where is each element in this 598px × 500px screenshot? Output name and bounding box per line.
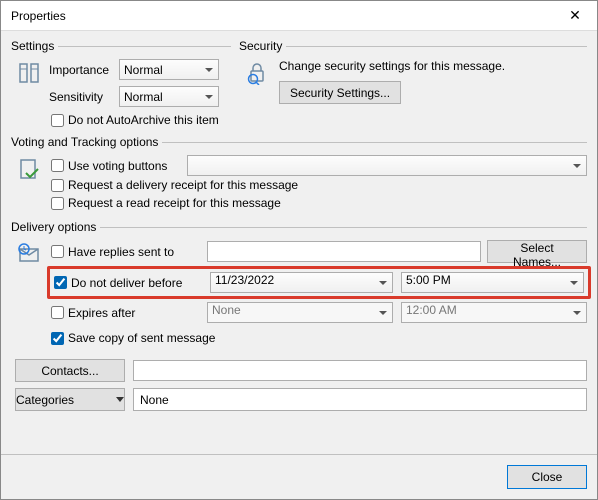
autoarchive-label: Do not AutoArchive this item [68,113,219,127]
autoarchive-checkbox[interactable] [51,114,64,127]
voting-legend: Voting and Tracking options [11,135,162,149]
lock-icon [243,59,271,87]
select-names-button[interactable]: Select Names... [487,240,587,263]
have-replies-checkbox[interactable] [51,245,64,258]
security-text: Change security settings for this messag… [279,59,587,73]
chevron-down-icon [116,397,124,402]
expires-checkbox[interactable] [51,306,64,319]
use-voting-label: Use voting buttons [68,159,167,173]
dnd-time-combo[interactable]: 5:00 PM [401,272,584,293]
delivery-receipt-checkbox[interactable] [51,179,64,192]
save-copy-label: Save copy of sent message [68,331,215,345]
contacts-button[interactable]: Contacts... [15,359,125,382]
close-button[interactable]: Close [507,465,587,489]
expires-date-combo[interactable]: None [207,302,393,323]
read-receipt-label: Request a read receipt for this message [68,196,281,210]
delivery-receipt-label: Request a delivery receipt for this mess… [68,178,298,192]
contacts-input[interactable] [133,360,587,381]
have-replies-label: Have replies sent to [68,245,174,259]
delivery-legend: Delivery options [11,220,100,234]
sensitivity-label: Sensitivity [49,90,115,104]
do-not-deliver-row: Do not deliver before 11/23/2022 5:00 PM [47,266,591,299]
close-icon[interactable]: ✕ [553,1,597,31]
importance-select[interactable]: Normal [119,59,219,80]
security-legend: Security [239,39,286,53]
settings-legend: Settings [11,39,58,53]
categories-button-label: Categories [16,393,74,407]
properties-dialog: Properties ✕ Settings Importance Normal … [0,0,598,500]
save-copy-checkbox[interactable] [51,332,64,345]
dnd-date-combo[interactable]: 11/23/2022 [210,272,393,293]
security-settings-button[interactable]: Security Settings... [279,81,401,104]
categories-button[interactable]: Categories [15,388,125,411]
expires-time-combo[interactable]: 12:00 AM [401,302,587,323]
importance-label: Importance [49,63,115,77]
expires-label: Expires after [68,306,135,320]
delivery-icon [15,240,43,268]
dialog-content: Settings Importance Normal Sensitivity N… [1,31,597,454]
voting-buttons-combo[interactable] [187,155,587,176]
have-replies-input[interactable] [207,241,481,262]
delivery-options-group: Delivery options Have replies sent to Se… [11,220,587,351]
dialog-footer: Close [1,454,597,499]
sensitivity-select[interactable]: Normal [119,86,219,107]
do-not-deliver-label: Do not deliver before [71,276,182,290]
voting-tracking-group: Voting and Tracking options Use voting b… [11,135,587,216]
read-receipt-checkbox[interactable] [51,197,64,210]
voting-icon [15,155,43,183]
use-voting-checkbox[interactable] [51,159,64,172]
security-group: Security Change security settings for th… [239,39,587,131]
settings-group: Settings Importance Normal Sensitivity N… [11,39,231,131]
categories-box[interactable]: None [133,388,587,411]
window-title: Properties [11,9,553,23]
settings-icon [15,59,43,87]
do-not-deliver-checkbox[interactable] [54,276,67,289]
titlebar: Properties ✕ [1,1,597,31]
